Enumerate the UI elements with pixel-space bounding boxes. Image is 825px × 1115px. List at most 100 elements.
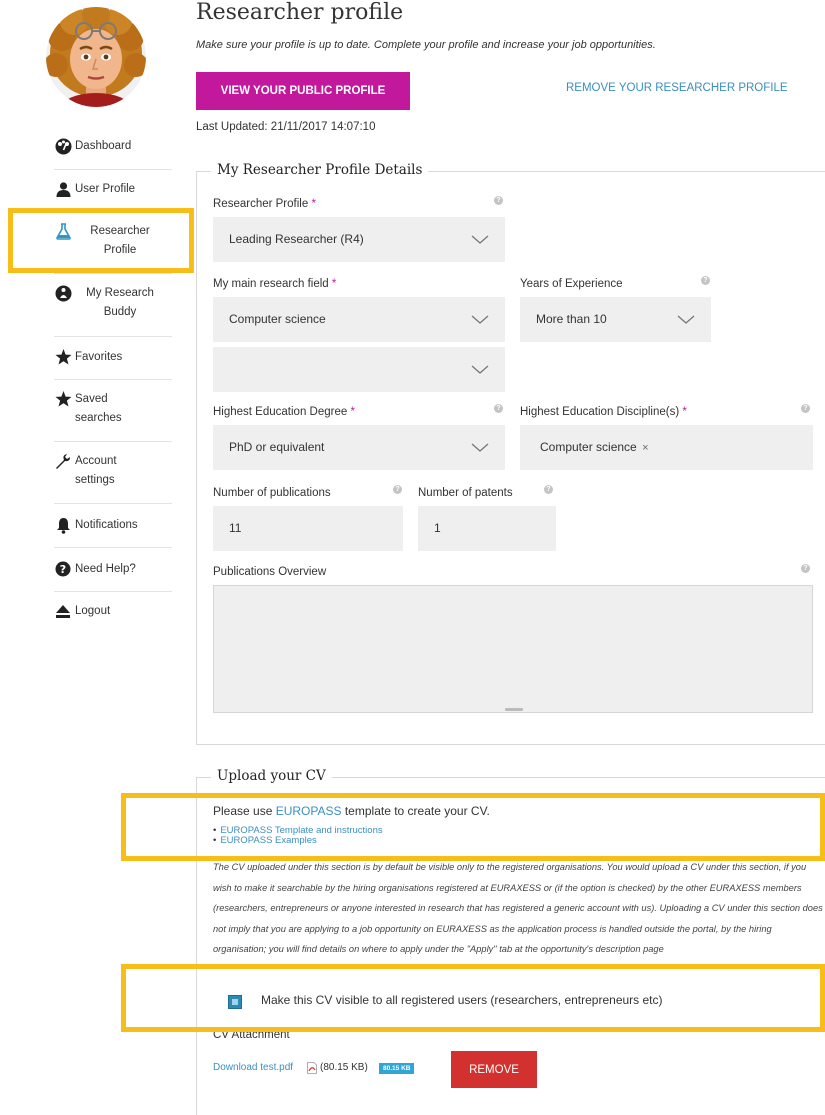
sidebar: Dashboard User Profile Researcher Profil… — [0, 0, 195, 700]
researcher-profile-select[interactable]: Leading Researcher (R4) — [213, 217, 505, 262]
cv-attachment-label: CV Attachment — [213, 1030, 290, 1038]
discipline-tag: Computer science × — [540, 440, 649, 454]
star-icon — [54, 348, 72, 366]
sidebar-item-label: Favorites — [75, 351, 123, 363]
main-research-field-value: Computer science — [229, 312, 326, 326]
publications-overview-textarea[interactable] — [213, 585, 813, 713]
chevron-down-icon — [677, 315, 695, 324]
svg-text:?: ? — [60, 563, 66, 576]
help-icon[interactable]: ? — [393, 485, 402, 494]
help-icon[interactable]: ? — [544, 485, 553, 494]
sidebar-item-need-help[interactable]: ? Need Help? — [54, 560, 172, 579]
education-discipline-label: Highest Education Discipline(s) * — [520, 406, 687, 418]
sidebar-item-research-buddy[interactable]: My Research Buddy — [54, 284, 172, 322]
researcher-profile-value: Leading Researcher (R4) — [229, 232, 364, 246]
page-subtitle: Make sure your profile is up to date. Co… — [196, 39, 656, 51]
file-size-badge: 80.15 KB — [379, 1063, 415, 1074]
remove-researcher-profile-link[interactable]: REMOVE YOUR RESEARCHER PROFILE — [566, 82, 788, 94]
sidebar-item-label: Account settings — [75, 455, 117, 486]
resize-handle[interactable] — [505, 708, 523, 711]
publications-overview-label: Publications Overview — [213, 566, 327, 578]
globe-person-icon — [54, 284, 72, 302]
sidebar-separator — [54, 441, 172, 442]
bell-icon — [54, 516, 72, 534]
years-experience-label: Years of Experience — [520, 278, 623, 290]
publications-label: Number of publications — [213, 487, 331, 499]
sidebar-item-researcher-profile[interactable]: Researcher Profile — [54, 222, 172, 260]
sidebar-item-user-profile[interactable]: User Profile — [54, 180, 172, 199]
sidebar-item-label: Logout — [75, 605, 111, 617]
europass-links-list: EUROPASS Template and instructions EUROP… — [213, 826, 383, 846]
last-updated-text: Last Updated: 21/11/2017 14:07:10 — [196, 121, 376, 133]
sub-research-field-select[interactable] — [213, 347, 505, 392]
sidebar-separator — [54, 169, 172, 170]
sidebar-separator — [54, 211, 172, 212]
upload-cv-legend: Upload your CV — [211, 768, 332, 784]
avatar — [46, 7, 146, 107]
sidebar-item-logout[interactable]: Logout — [54, 602, 172, 621]
chevron-down-icon — [471, 365, 489, 374]
eject-icon — [54, 602, 72, 620]
sidebar-item-saved-searches[interactable]: Saved searches — [54, 390, 172, 428]
patents-input[interactable]: 1 — [418, 506, 556, 551]
flask-icon — [54, 222, 72, 240]
education-degree-value: PhD or equivalent — [229, 440, 325, 454]
cv-notice-text: The CV uploaded under this section is by… — [213, 862, 823, 955]
wrench-icon — [54, 452, 72, 470]
sidebar-item-label: User Profile — [75, 183, 136, 195]
researcher-details-legend: My Researcher Profile Details — [211, 162, 429, 178]
sidebar-item-label: Researcher Profile — [90, 225, 150, 256]
help-icon[interactable]: ? — [801, 404, 810, 413]
question-icon: ? — [54, 560, 72, 578]
sidebar-item-label: Notifications — [75, 519, 138, 531]
file-size-text: (80.15 KB) — [320, 1062, 368, 1073]
tag-remove-icon[interactable]: × — [642, 442, 648, 454]
chevron-down-icon — [471, 443, 489, 452]
help-icon[interactable]: ? — [494, 196, 503, 205]
chevron-down-icon — [471, 235, 489, 244]
sidebar-item-notifications[interactable]: Notifications — [54, 516, 172, 535]
dashboard-icon — [54, 137, 72, 155]
download-cv-link[interactable]: Download test.pdf — [213, 1062, 293, 1073]
remove-cv-button[interactable]: REMOVE — [451, 1051, 537, 1088]
years-experience-value: More than 10 — [536, 312, 607, 326]
sidebar-separator — [54, 547, 172, 548]
sidebar-separator — [54, 273, 172, 274]
researcher-profile-label: Researcher Profile * — [213, 198, 316, 210]
europass-link[interactable]: EUROPASS — [276, 804, 342, 818]
sidebar-separator — [54, 379, 172, 380]
patents-label: Number of patents — [418, 487, 513, 499]
education-discipline-input[interactable]: Computer science × — [520, 425, 813, 470]
view-public-profile-button[interactable]: VIEW YOUR PUBLIC PROFILE — [196, 72, 410, 110]
publications-value: 11 — [229, 521, 242, 535]
sidebar-separator — [54, 591, 172, 592]
publications-input[interactable]: 11 — [213, 506, 403, 551]
sidebar-item-label: Saved searches — [75, 393, 122, 424]
education-degree-label: Highest Education Degree * — [213, 406, 355, 418]
help-icon[interactable]: ? — [494, 404, 503, 413]
user-icon — [54, 180, 72, 198]
star-icon — [54, 390, 72, 408]
pdf-file-icon — [307, 1062, 317, 1074]
cv-visible-label: Make this CV visible to all registered u… — [261, 993, 663, 1007]
europass-examples-link[interactable]: EUROPASS Examples — [213, 836, 383, 846]
help-icon[interactable]: ? — [801, 564, 810, 573]
chevron-down-icon — [471, 315, 489, 324]
help-icon[interactable]: ? — [701, 276, 710, 285]
sidebar-separator — [54, 503, 172, 504]
main-research-field-select[interactable]: Computer science — [213, 297, 505, 342]
sidebar-separator — [54, 336, 172, 337]
years-experience-select[interactable]: More than 10 — [520, 297, 711, 342]
main-research-field-label: My main research field * — [213, 278, 337, 290]
sidebar-item-account-settings[interactable]: Account settings — [54, 452, 172, 490]
sidebar-item-favorites[interactable]: Favorites — [54, 348, 172, 367]
education-degree-select[interactable]: PhD or equivalent — [213, 425, 505, 470]
sidebar-item-label: Dashboard — [75, 140, 132, 152]
sidebar-item-label: My Research Buddy — [86, 287, 154, 318]
cv-visible-checkbox[interactable] — [228, 995, 242, 1009]
patents-value: 1 — [434, 521, 441, 535]
cv-intro-text: Please use EUROPASS template to create y… — [213, 804, 490, 818]
sidebar-item-label: Need Help? — [75, 563, 136, 575]
sidebar-item-dashboard[interactable]: Dashboard — [54, 137, 172, 156]
page-title: Researcher profile — [196, 0, 404, 25]
